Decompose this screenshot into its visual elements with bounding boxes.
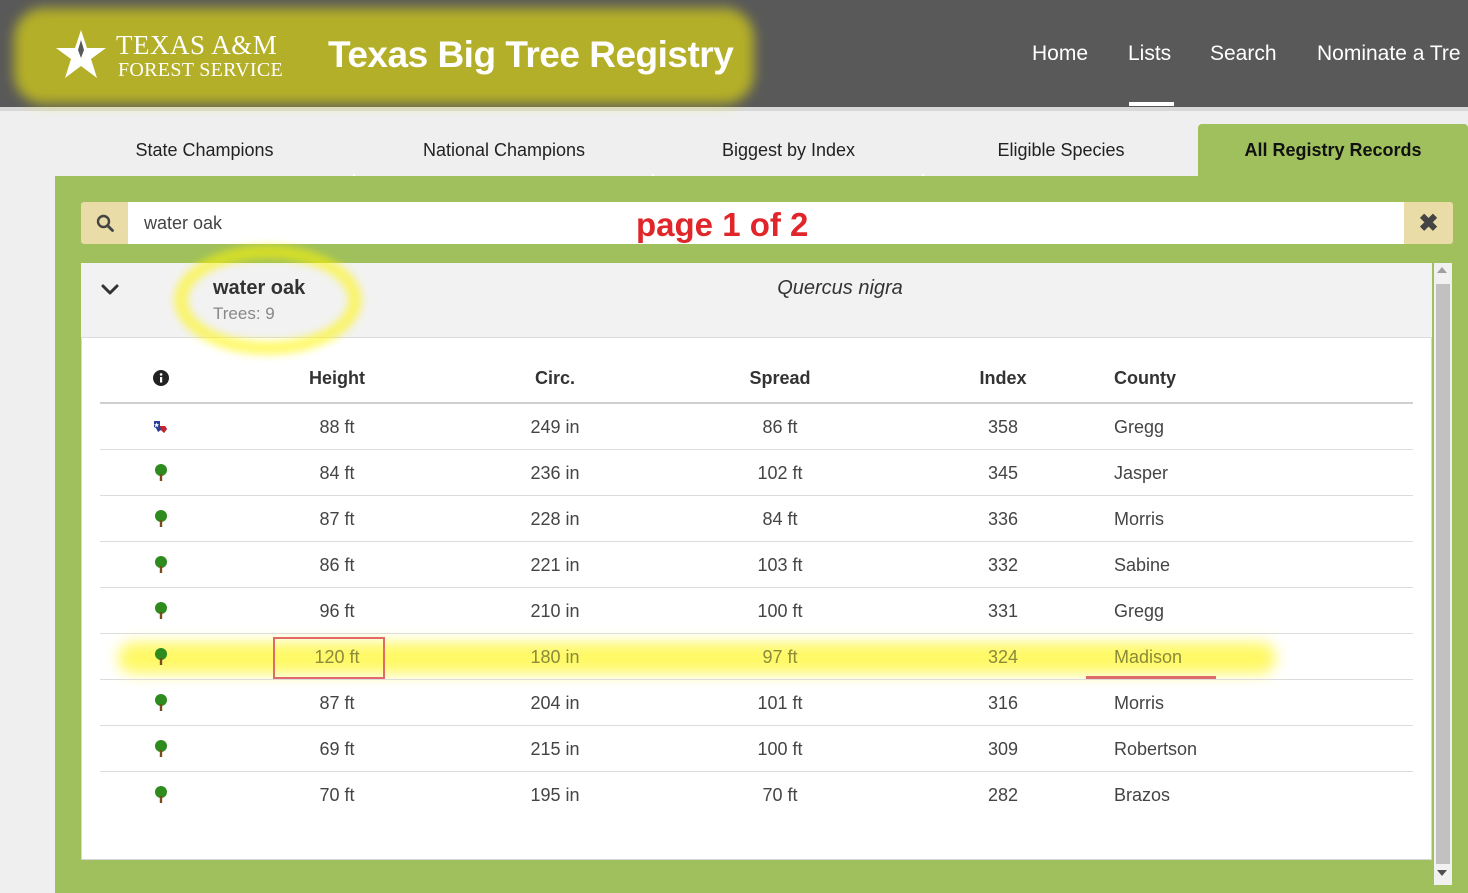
nav-active-indicator [1129, 102, 1174, 106]
star-icon [56, 30, 106, 78]
logo-line-2: FOREST SERVICE [118, 59, 284, 81]
cell-county: Jasper [1114, 463, 1169, 483]
cell-index: 332 [987, 555, 1019, 575]
cell-county: Robertson [1114, 739, 1198, 759]
cell-index: 324 [987, 647, 1019, 667]
cell-spread: 97 ft [762, 647, 798, 667]
tree-icon [151, 647, 171, 667]
table-row[interactable]: 87 ft 204 in 101 ft 316 Morris [100, 680, 1413, 726]
tab-all-registry-records[interactable]: All Registry Records [1198, 124, 1468, 176]
cell-height: 87 ft [319, 693, 355, 713]
clear-search-button[interactable]: ✖ [1404, 202, 1453, 244]
logo-line-1: TEXAS A&M [116, 30, 278, 60]
forest-service-logo[interactable]: TEXAS A&M FOREST SERVICE [54, 28, 284, 84]
cell-height: 88 ft [319, 417, 355, 437]
tree-icon [151, 785, 171, 805]
cell-height: 87 ft [319, 509, 355, 529]
species-scientific-name: Quercus nigra [777, 277, 903, 299]
cell-height: 84 ft [319, 463, 355, 483]
tree-icon [151, 739, 171, 759]
cell-circ: 180 in [530, 647, 580, 667]
cell-spread: 100 ft [757, 739, 803, 759]
cell-index: 345 [987, 463, 1019, 483]
cell-circ: 210 in [530, 601, 580, 621]
main-nav: Home Lists Search Nominate a Tre [1032, 42, 1468, 82]
cell-height: 69 ft [319, 739, 355, 759]
cell-index: 316 [987, 693, 1019, 713]
column-header-index[interactable]: Index [953, 368, 1053, 389]
cell-index: 309 [987, 739, 1019, 759]
close-icon: ✖ [1418, 209, 1439, 237]
column-header-height[interactable]: Height [287, 368, 387, 389]
table-row[interactable]: 69 ft 215 in 100 ft 309 Robertson [100, 726, 1413, 772]
cell-county: Madison [1114, 647, 1183, 667]
cell-index: 358 [987, 417, 1019, 437]
scroll-down-arrow[interactable] [1437, 870, 1447, 876]
cell-circ: 215 in [530, 739, 580, 759]
cell-circ: 236 in [530, 463, 580, 483]
nav-search[interactable]: Search [1210, 42, 1277, 66]
tree-icon [151, 693, 171, 713]
county-annotation-underline [1086, 676, 1216, 679]
cell-circ: 204 in [530, 693, 580, 713]
column-header-county[interactable]: County [1114, 368, 1176, 389]
table-row[interactable]: 86 ft 221 in 103 ft 332 Sabine [100, 542, 1413, 588]
cell-county: Morris [1114, 693, 1164, 713]
cell-spread: 100 ft [757, 601, 803, 621]
tab-national-champions[interactable]: National Champions [355, 124, 653, 177]
cell-spread: 101 ft [757, 693, 803, 713]
site-title[interactable]: Texas Big Tree Registry [328, 34, 734, 76]
scroll-up-arrow[interactable] [1437, 267, 1447, 273]
chevron-down-icon[interactable] [100, 280, 120, 300]
cell-index: 282 [987, 785, 1019, 805]
cell-circ: 195 in [530, 785, 580, 805]
list-tabs: State Champions National Champions Bigge… [55, 124, 1468, 178]
table-row[interactable]: 88 ft 249 in 86 ft 358 Gregg [100, 404, 1413, 450]
height-annotation-box [273, 637, 385, 679]
top-bar-border [0, 107, 1468, 111]
cell-circ: 228 in [530, 509, 580, 529]
tree-icon [151, 509, 171, 529]
cell-height: 96 ft [319, 601, 355, 621]
tab-eligible-species[interactable]: Eligible Species [924, 124, 1198, 177]
column-header-circ[interactable]: Circ. [505, 368, 605, 389]
search-button[interactable] [81, 202, 128, 244]
tab-state-champions[interactable]: State Champions [55, 124, 354, 177]
tree-icon [151, 463, 171, 483]
cell-county: Sabine [1114, 555, 1171, 575]
search-icon [96, 214, 114, 232]
cell-spread: 86 ft [762, 417, 798, 437]
cell-spread: 102 ft [757, 463, 803, 483]
scrollbar-thumb[interactable] [1436, 284, 1450, 864]
cell-county: Brazos [1114, 785, 1171, 805]
cell-spread: 103 ft [757, 555, 803, 575]
cell-height: 70 ft [319, 785, 355, 805]
nav-nominate[interactable]: Nominate a Tre [1317, 42, 1461, 66]
nav-lists[interactable]: Lists [1128, 42, 1171, 66]
texas-flag-icon [151, 417, 171, 437]
cell-county: Gregg [1114, 601, 1165, 621]
cell-circ: 221 in [530, 555, 580, 575]
nav-home[interactable]: Home [1032, 42, 1088, 66]
tab-biggest-by-index[interactable]: Biggest by Index [654, 124, 923, 177]
tree-icon [151, 601, 171, 621]
page-annotation: page 1 of 2 [636, 206, 809, 243]
cell-spread: 70 ft [762, 785, 798, 805]
column-header-spread[interactable]: Spread [730, 368, 830, 389]
table-row[interactable]: 87 ft 228 in 84 ft 336 Morris [100, 496, 1413, 542]
table-row[interactable]: 70 ft 195 in 70 ft 282 Brazos [100, 772, 1413, 818]
table-row[interactable]: 96 ft 210 in 100 ft 331 Gregg [100, 588, 1413, 634]
cell-spread: 84 ft [762, 509, 798, 529]
highlight-circle [174, 245, 362, 355]
table-row[interactable]: 84 ft 236 in 102 ft 345 Jasper [100, 450, 1413, 496]
cell-circ: 249 in [530, 417, 580, 437]
tree-icon [151, 555, 171, 575]
info-icon[interactable] [153, 370, 169, 386]
cell-index: 336 [987, 509, 1019, 529]
cell-index: 331 [987, 601, 1019, 621]
cell-county: Morris [1114, 509, 1164, 529]
cell-height: 86 ft [319, 555, 355, 575]
cell-county: Gregg [1114, 417, 1165, 437]
